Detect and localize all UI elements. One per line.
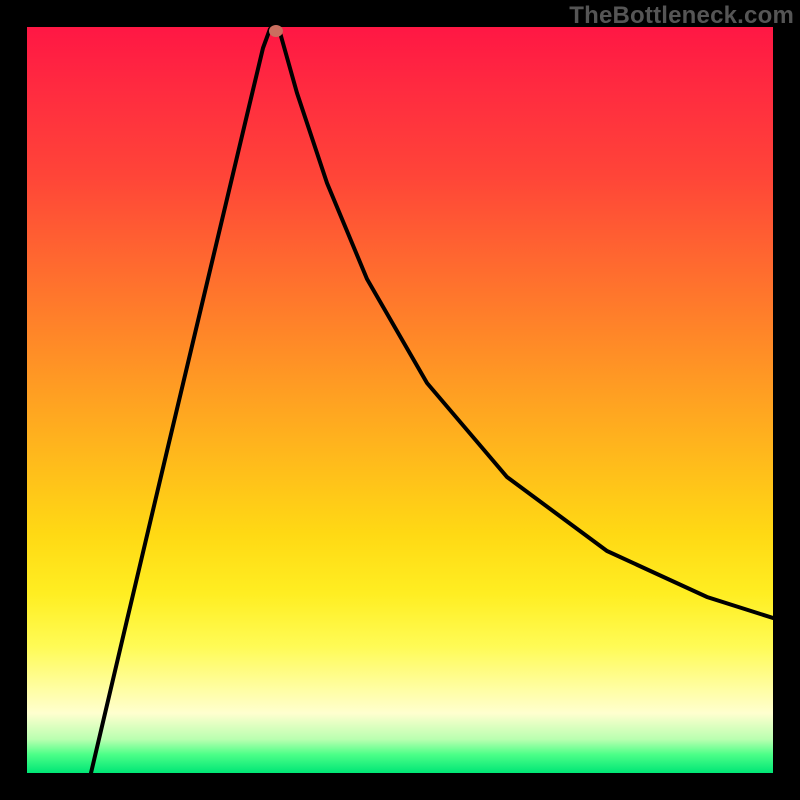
curve-left-branch (91, 29, 270, 773)
minimum-marker (269, 25, 283, 37)
curve-right-branch (279, 29, 773, 618)
watermark-text: TheBottleneck.com (569, 2, 794, 30)
bottleneck-curve (27, 27, 773, 773)
chart-frame (27, 27, 773, 773)
